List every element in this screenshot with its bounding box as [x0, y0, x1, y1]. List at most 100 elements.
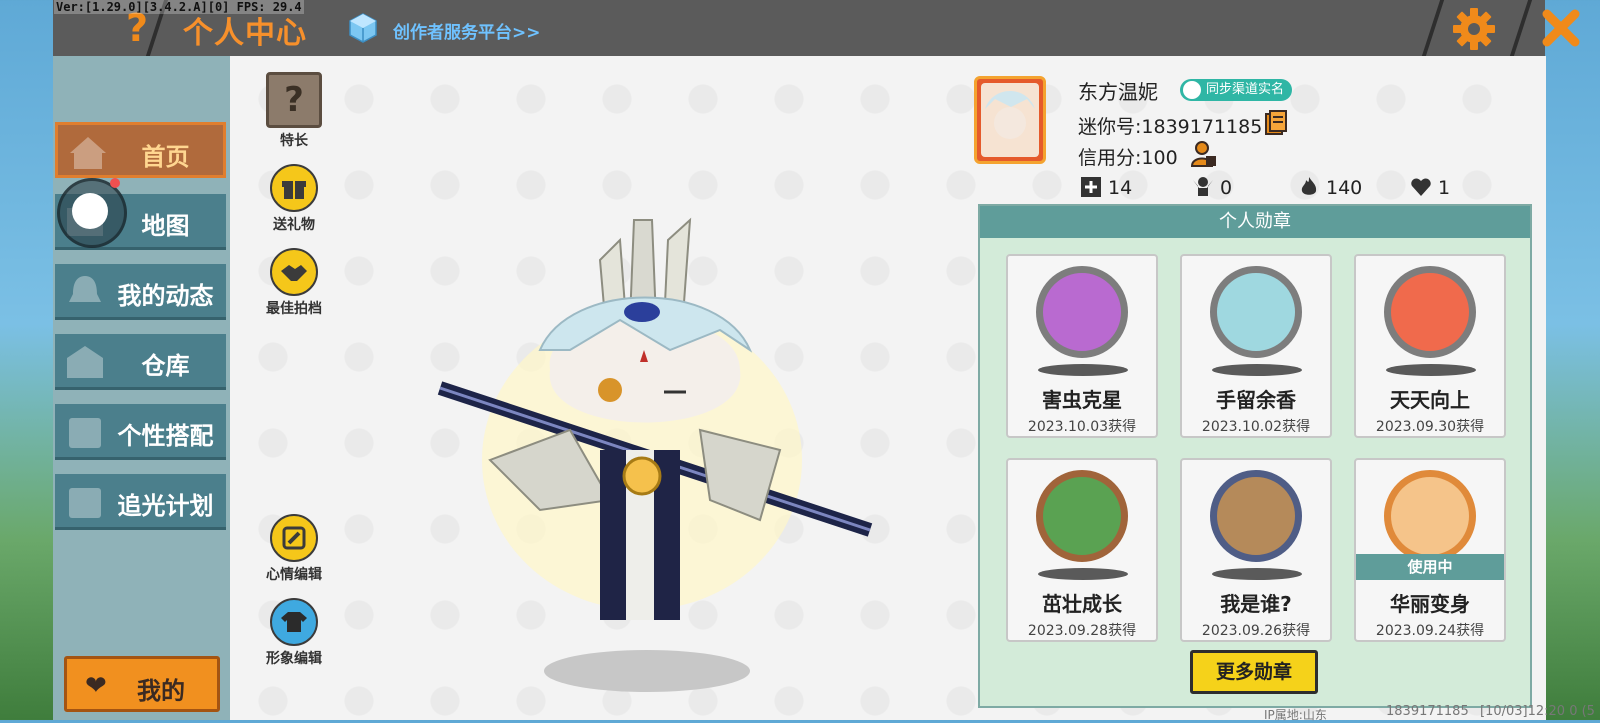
medal-date: 2023.09.28获得 [1027, 623, 1137, 639]
stat-fans[interactable]: 0 [1192, 176, 1232, 199]
bell-icon [69, 276, 101, 302]
medal-date: 2023.10.02获得 [1201, 419, 1311, 435]
my-button[interactable]: ❤ 我的 [64, 656, 220, 712]
medal-card[interactable]: 天天向上 2023.09.30获得 [1354, 254, 1506, 438]
edit-icon [270, 514, 318, 562]
add-friend-icon [1081, 177, 1101, 197]
medal-card[interactable]: 使用中 华丽变身 2023.09.24获得 [1354, 458, 1506, 642]
gift-icon [270, 164, 318, 212]
divider [1509, 0, 1533, 56]
appearance-edit-button[interactable]: 形象编辑 [254, 598, 334, 668]
skill-question-icon: ? [266, 72, 322, 128]
popularity-count: 140 [1326, 177, 1363, 199]
growth-medal-icon [1036, 470, 1128, 562]
who-am-i-medal-icon [1210, 470, 1302, 562]
notification-dot [110, 178, 120, 188]
credit-score: 信用分:100 [1078, 147, 1178, 169]
credit-user-icon[interactable] [1190, 140, 1218, 168]
medal-shadow [1212, 364, 1302, 376]
sidebar-item-label: 追光计划 [117, 492, 214, 520]
stat-friends[interactable]: 14 [1080, 176, 1132, 199]
stat-likes[interactable]: 1 [1410, 176, 1450, 199]
gift-button[interactable]: 送礼物 [254, 164, 334, 234]
plan-icon [69, 488, 101, 518]
mini-id: 迷你号:1839171185 [1078, 116, 1263, 138]
footer-time: [10/03]12:20 0 (5 [1480, 704, 1595, 719]
heart-icon: ❤ [85, 671, 107, 701]
heart-icon [1411, 178, 1431, 196]
medal-shadow [1038, 568, 1128, 580]
user-icon [1183, 81, 1201, 99]
sidebar-item-label: 个性搭配 [117, 422, 214, 450]
outfit-icon [69, 418, 101, 448]
sync-badge-label: 同步渠道实名 [1206, 82, 1285, 97]
sync-realname-badge[interactable]: 同步渠道实名 [1180, 79, 1293, 101]
copy-icon[interactable] [1264, 110, 1288, 136]
medal-name: 害虫克星 [1042, 388, 1122, 412]
medal-name: 手留余香 [1216, 388, 1296, 412]
medal-date: 2023.09.24获得 [1375, 623, 1485, 639]
medal-panel-title: 个人勋章 [980, 206, 1530, 238]
divider [1421, 0, 1445, 56]
mood-edit-button[interactable]: 心情编辑 [254, 514, 334, 584]
avatar-shadow [544, 650, 750, 692]
sidebar-item-label: 我的动态 [117, 282, 214, 310]
medal-name: 茁壮成长 [1042, 592, 1122, 616]
medal-date: 2023.09.26获得 [1201, 623, 1311, 639]
partner-button[interactable]: 最佳拍档 [254, 248, 334, 318]
likes-count: 1 [1438, 177, 1451, 199]
warehouse-icon [67, 346, 103, 378]
medal-card[interactable]: 手留余香 2023.10.02获得 [1180, 254, 1332, 438]
sidebar-item-plan[interactable]: 追光计划 [55, 474, 226, 530]
home-icon [70, 137, 106, 169]
stat-popularity[interactable]: 140 [1298, 176, 1362, 199]
fragrance-medal-icon [1210, 266, 1302, 358]
cube-icon[interactable] [347, 12, 379, 44]
fans-count: 0 [1220, 177, 1233, 199]
medal-shadow [1386, 364, 1476, 376]
sidebar-item-label: 仓库 [141, 352, 190, 380]
close-icon[interactable] [1539, 6, 1583, 50]
floating-joystick[interactable] [57, 178, 127, 248]
daily-progress-medal-icon [1384, 266, 1476, 358]
debug-overlay: Ver:[1.29.0][3.4.2.A][0] FPS: 29.4 [54, 0, 304, 14]
fans-icon [1193, 177, 1213, 196]
sidebar-item-home[interactable]: 首页 [55, 122, 226, 178]
medal-name: 天天向上 [1390, 388, 1470, 412]
medal-date: 2023.10.03获得 [1027, 419, 1137, 435]
sidebar-item-feed[interactable]: 我的动态 [55, 264, 226, 320]
medal-shadow [1038, 364, 1128, 376]
handshake-icon [270, 248, 318, 296]
medal-name: 华丽变身 [1390, 592, 1470, 616]
my-button-label: 我的 [137, 677, 185, 705]
creator-platform-link[interactable]: 创作者服务平台>> [393, 18, 541, 43]
nickname: 东方温妮 [1078, 80, 1158, 104]
profile-avatar[interactable] [974, 76, 1046, 164]
partner-label: 最佳拍档 [266, 301, 322, 317]
fire-icon [1301, 177, 1317, 195]
page-title: 个人中心 [183, 16, 307, 51]
footer-id: 1839171185 [1386, 704, 1469, 719]
medal-shadow [1212, 568, 1302, 580]
in-use-badge: 使用中 [1356, 554, 1504, 580]
medal-date: 2023.09.30获得 [1375, 419, 1485, 435]
shirt-icon [270, 598, 318, 646]
transformation-medal-icon [1384, 470, 1476, 562]
skill-label: 特长 [280, 133, 308, 149]
sidebar-item-outfit[interactable]: 个性搭配 [55, 404, 226, 460]
appearance-label: 形象编辑 [266, 651, 322, 667]
avatar-character[interactable] [420, 200, 880, 640]
skill-button[interactable]: ? 特长 [254, 72, 334, 150]
mood-label: 心情编辑 [266, 567, 322, 583]
sidebar-item-label: 首页 [141, 143, 190, 171]
medal-card[interactable]: 害虫克星 2023.10.03获得 [1006, 254, 1158, 438]
gift-label: 送礼物 [273, 217, 315, 233]
medal-card[interactable]: 茁壮成长 2023.09.28获得 [1006, 458, 1158, 642]
sidebar-item-warehouse[interactable]: 仓库 [55, 334, 226, 390]
friends-count: 14 [1108, 177, 1133, 199]
ip-location: IP属地:山东 [1264, 708, 1327, 722]
gear-icon[interactable] [1451, 6, 1497, 52]
pest-buster-medal-icon [1036, 266, 1128, 358]
medal-card[interactable]: 我是谁? 2023.09.26获得 [1180, 458, 1332, 642]
more-medals-button[interactable]: 更多勋章 [1190, 650, 1318, 694]
